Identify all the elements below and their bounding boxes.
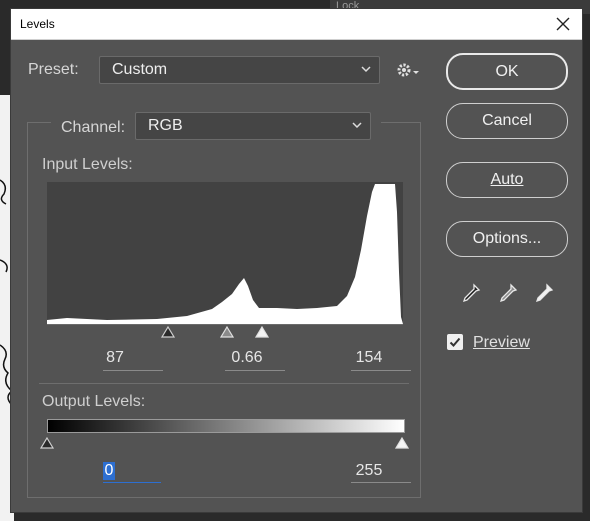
options-button[interactable]: Options... xyxy=(446,221,568,257)
histogram-baseline xyxy=(47,324,403,325)
histogram xyxy=(47,182,403,324)
histogram-graph xyxy=(47,184,403,324)
preview-checkbox[interactable] xyxy=(447,334,463,350)
channel-dropdown[interactable]: RGB xyxy=(135,112,371,140)
input-gamma-underline xyxy=(225,370,285,371)
gray-eyedropper-icon[interactable] xyxy=(497,282,519,304)
gear-icon[interactable] xyxy=(396,61,420,79)
input-white-underline xyxy=(351,370,411,371)
output-levels-label: Output Levels: xyxy=(42,393,146,410)
preview-label[interactable]: Preview xyxy=(473,334,530,352)
ok-button[interactable]: OK xyxy=(446,53,568,90)
input-white-slider-handle[interactable] xyxy=(255,326,269,338)
output-black-field[interactable]: 0 xyxy=(103,462,115,480)
output-white-slider-handle[interactable] xyxy=(395,437,409,449)
input-levels-label: Input Levels: xyxy=(42,156,133,173)
output-gradient-bar xyxy=(47,419,405,433)
input-black-underline xyxy=(103,370,163,371)
chevron-down-icon xyxy=(352,122,362,129)
checkmark-icon xyxy=(449,337,461,347)
cancel-button[interactable]: Cancel xyxy=(446,103,568,139)
output-white-underline xyxy=(351,482,411,483)
preset-label: Preset: xyxy=(28,61,79,78)
levels-dialog: Levels Preset: Custom OK Cancel Auto Opt… xyxy=(10,8,583,513)
input-black-slider-handle[interactable] xyxy=(161,326,175,338)
auto-button[interactable]: Auto xyxy=(446,162,568,198)
levels-divider xyxy=(39,383,409,384)
output-black-slider-handle[interactable] xyxy=(40,437,54,449)
preset-dropdown[interactable]: Custom xyxy=(99,56,380,84)
window-title: Levels xyxy=(20,17,55,31)
input-gamma-field[interactable]: 0.66 xyxy=(227,349,267,367)
output-white-field[interactable]: 255 xyxy=(353,462,385,480)
chevron-down-icon xyxy=(361,66,371,73)
white-eyedropper-icon[interactable] xyxy=(533,282,555,304)
input-white-field[interactable]: 154 xyxy=(353,349,385,367)
input-gamma-slider-handle[interactable] xyxy=(220,326,234,338)
black-eyedropper-icon[interactable] xyxy=(460,282,482,304)
channel-value: RGB xyxy=(148,117,183,134)
channel-label: Channel: xyxy=(61,119,126,136)
preset-value: Custom xyxy=(112,61,168,78)
auto-button-label: Auto xyxy=(490,171,524,188)
input-black-field[interactable]: 87 xyxy=(103,349,127,367)
close-icon[interactable] xyxy=(554,15,572,33)
title-bar: Levels xyxy=(11,9,582,40)
output-black-underline xyxy=(103,482,161,483)
